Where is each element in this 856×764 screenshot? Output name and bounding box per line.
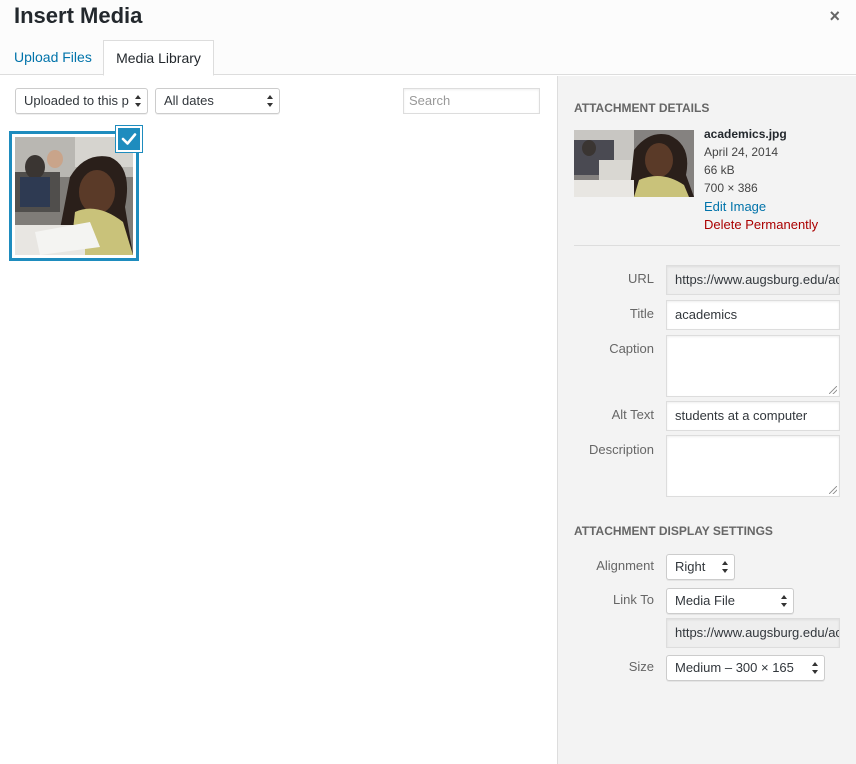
description-label: Description — [588, 442, 654, 457]
select-arrows-icon — [135, 95, 142, 107]
alignment-select[interactable]: Right — [666, 554, 735, 580]
tab-upload-files[interactable]: Upload Files — [4, 40, 102, 76]
display-settings-heading: Attachment Display Settings — [574, 524, 773, 538]
select-arrows-icon — [267, 95, 274, 107]
attachment-date: April 24, 2014 — [704, 145, 779, 159]
title-field[interactable]: academics — [666, 300, 840, 330]
alignment-value: Right — [675, 559, 706, 574]
description-field[interactable] — [666, 435, 840, 497]
link-to-select[interactable]: Media File — [666, 588, 794, 614]
attachment-filesize: 66 kB — [704, 163, 735, 177]
search-input[interactable]: Search — [403, 88, 540, 114]
url-field[interactable]: https://www.augsburg.edu/academics — [666, 265, 840, 295]
alt-text-label: Alt Text — [611, 407, 654, 422]
size-label: Size — [628, 659, 654, 674]
link-to-label: Link To — [613, 592, 654, 607]
modal-title: Insert Media — [14, 3, 143, 28]
url-label: URL — [627, 271, 654, 286]
size-select[interactable]: Medium – 300 × 165 — [666, 655, 825, 681]
title-label: Title — [629, 306, 654, 321]
select-arrows-icon — [781, 595, 788, 607]
edit-image-link[interactable]: Edit Image — [704, 199, 766, 214]
attachment-details-heading: Attachment Details — [574, 101, 710, 115]
alt-text-field[interactable]: students at a computer — [666, 401, 840, 431]
attachment-filename: academics.jpg — [704, 127, 787, 141]
selected-check-icon[interactable] — [116, 126, 142, 152]
caption-label: Caption — [609, 341, 654, 356]
close-icon[interactable]: × — [829, 6, 840, 27]
link-to-value: Media File — [675, 593, 735, 608]
delete-permanently-link[interactable]: Delete Permanently — [704, 217, 818, 232]
modal-header: Insert Media × Upload Files Media Librar… — [0, 0, 856, 76]
date-filter-value: All dates — [164, 93, 214, 108]
select-arrows-icon — [812, 662, 819, 674]
attachment-filter-value: Uploaded to this p — [24, 93, 129, 108]
link-url-field[interactable]: https://www.augsburg.edu/academics — [666, 618, 840, 648]
divider — [574, 245, 840, 246]
resize-handle-icon[interactable] — [829, 486, 837, 494]
attachment-image — [15, 137, 133, 255]
attachment-filter-select[interactable]: Uploaded to this p — [15, 88, 148, 114]
caption-field[interactable] — [666, 335, 840, 397]
resize-handle-icon[interactable] — [829, 386, 837, 394]
tab-media-library[interactable]: Media Library — [103, 40, 214, 76]
date-filter-select[interactable]: All dates — [155, 88, 280, 114]
size-value: Medium – 300 × 165 — [675, 660, 794, 675]
attachment-dimensions: 700 × 386 — [704, 181, 758, 195]
details-thumbnail — [574, 130, 694, 197]
select-arrows-icon — [722, 561, 729, 573]
alignment-label: Alignment — [596, 558, 654, 573]
